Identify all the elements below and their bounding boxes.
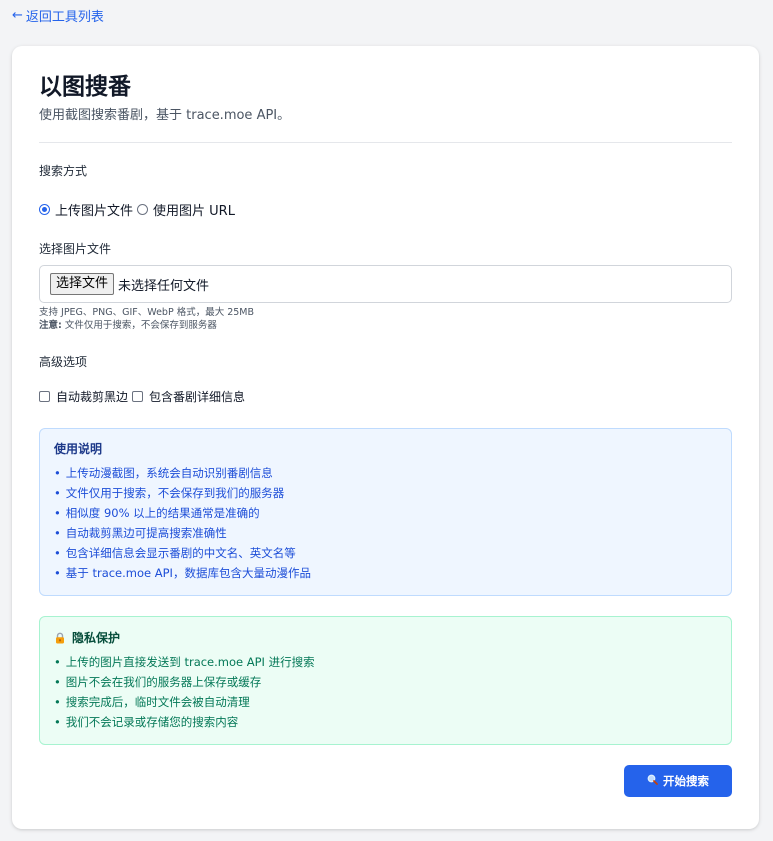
usage-info-list: 上传动漫截图，系统会自动识别番剧信息 文件仅用于搜索，不会保存到我们的服务器 相…	[54, 463, 717, 583]
privacy-list: 上传的图片直接发送到 trace.moe API 进行搜索 图片不会在我们的服务…	[54, 652, 717, 732]
usage-info-item: 相似度 90% 以上的结果通常是准确的	[54, 503, 717, 523]
radio-image-url[interactable]	[137, 203, 149, 215]
privacy-item: 我们不会记录或存储您的搜索内容	[54, 712, 717, 732]
back-to-tools-link[interactable]: ← 返回工具列表	[12, 6, 104, 25]
page-subtitle: 使用截图搜索番剧，基于 trace.moe API。	[39, 108, 291, 123]
privacy-item: 图片不会在我们的服务器上保存或缓存	[54, 672, 717, 692]
start-search-button[interactable]: 开始搜索	[624, 765, 732, 797]
file-note-text: 文件仅用于搜索，不会保存到服务器	[61, 320, 217, 331]
usage-info-title: 使用说明	[54, 442, 103, 456]
privacy-title: 隐私保护	[72, 631, 121, 645]
radio-upload-file-label[interactable]: 上传图片文件	[55, 200, 133, 219]
checkbox-auto-crop[interactable]	[39, 390, 50, 402]
file-note-hint: 注意: 文件仅用于搜索，不会保存到服务器	[39, 319, 732, 332]
checkbox-include-details[interactable]	[132, 390, 144, 402]
choose-file-button[interactable]: 选择文件	[50, 273, 115, 295]
file-input[interactable]: 选择文件 未选择任何文件	[39, 265, 732, 303]
start-search-label: 开始搜索	[663, 774, 709, 788]
page-title: 以图搜番	[39, 74, 131, 100]
usage-info-item: 上传动漫截图，系统会自动识别番剧信息	[54, 463, 717, 483]
checkbox-include-details-label[interactable]: 包含番剧详细信息	[149, 388, 245, 405]
usage-info-item: 自动裁剪黑边可提高搜索准确性	[54, 523, 717, 543]
search-method-options: 上传图片文件 使用图片 URL	[39, 200, 732, 219]
submit-row: 开始搜索	[39, 765, 732, 797]
back-link-label: 返回工具列表	[25, 10, 104, 25]
advanced-options-label: 高级选项	[39, 355, 88, 369]
radio-upload-file[interactable]	[39, 203, 50, 215]
file-select-label: 选择图片文件	[39, 242, 112, 256]
lock-icon	[54, 632, 66, 644]
privacy-box: 隐私保护 上传的图片直接发送到 trace.moe API 进行搜索 图片不会在…	[39, 616, 732, 745]
privacy-item: 搜索完成后，临时文件会被自动清理	[54, 692, 717, 712]
usage-info-box: 使用说明 上传动漫截图，系统会自动识别番剧信息 文件仅用于搜索，不会保存到我们的…	[39, 428, 732, 596]
advanced-options: 自动裁剪黑边 包含番剧详细信息	[39, 388, 732, 404]
privacy-title-row: 隐私保护	[54, 630, 717, 646]
search-card: 以图搜番 使用截图搜索番剧，基于 trace.moe API。 搜索方式 上传图…	[12, 46, 759, 829]
radio-image-url-label[interactable]: 使用图片 URL	[153, 200, 235, 219]
file-format-hint: 支持 JPEG、PNG、GIF、WebP 格式，最大 25MB	[39, 307, 255, 318]
usage-info-item: 基于 trace.moe API，数据库包含大量动漫作品	[54, 563, 717, 583]
usage-info-item: 文件仅用于搜索，不会保存到我们的服务器	[54, 483, 717, 503]
usage-info-item: 包含详细信息会显示番剧的中文名、英文名等	[54, 543, 717, 563]
divider	[39, 142, 732, 143]
file-status: 未选择任何文件	[118, 278, 210, 294]
magnifier-icon	[647, 774, 658, 788]
privacy-item: 上传的图片直接发送到 trace.moe API 进行搜索	[54, 652, 717, 672]
file-note-prefix: 注意:	[39, 320, 62, 331]
search-method-label: 搜索方式	[39, 164, 88, 178]
arrow-left-icon: ←	[12, 8, 23, 23]
checkbox-auto-crop-label[interactable]: 自动裁剪黑边	[56, 388, 128, 405]
